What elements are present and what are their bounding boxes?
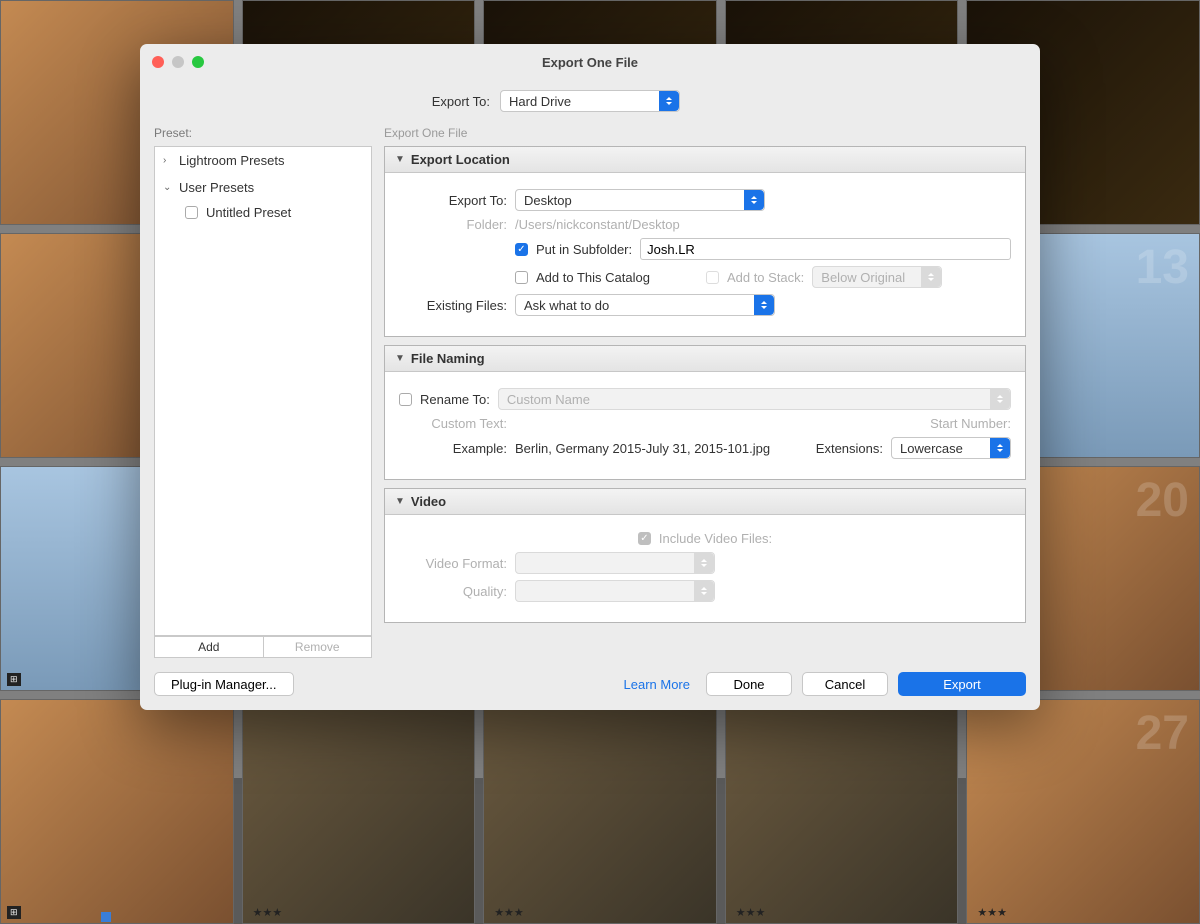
stack-checkbox	[706, 271, 719, 284]
export-dialog: Export One File Export To: Hard Drive Pr…	[140, 44, 1040, 710]
learn-more-link[interactable]: Learn More	[624, 677, 690, 692]
stack-select: Below Original	[812, 266, 942, 288]
rating-stars: ★★★	[494, 906, 524, 919]
chevron-updown-icon	[921, 267, 941, 287]
settings-scroll[interactable]: ▼ Export Location Export To: Desktop	[384, 146, 1026, 658]
cancel-button[interactable]: Cancel	[802, 672, 888, 696]
chevron-down-icon: ⌄	[163, 182, 173, 193]
chevron-right-icon: ›	[163, 155, 173, 166]
preset-group-label: Lightroom Presets	[179, 153, 285, 168]
badge-icon: ⊞	[7, 673, 21, 686]
chevron-updown-icon	[659, 91, 679, 111]
cell-number: 13	[1136, 240, 1189, 295]
plugin-manager-button[interactable]: Plug-in Manager...	[154, 672, 294, 696]
cell-number: 27	[1136, 706, 1189, 761]
chevron-updown-icon	[990, 438, 1010, 458]
existing-value: Ask what to do	[524, 298, 609, 313]
loc-export-to-value: Desktop	[524, 193, 572, 208]
panel-title: Video	[411, 494, 446, 509]
existing-label: Existing Files:	[399, 298, 507, 313]
panel-video: ▼ Video ✓ Include Video Files: Video For…	[384, 488, 1026, 623]
custom-text-label: Custom Text:	[399, 416, 507, 431]
rename-label: Rename To:	[420, 392, 490, 407]
extensions-label: Extensions:	[816, 441, 883, 456]
loc-export-to-label: Export To:	[399, 193, 507, 208]
panel-file-naming: ▼ File Naming Rename To: Custom Name	[384, 345, 1026, 480]
loc-export-to-select[interactable]: Desktop	[515, 189, 765, 211]
extensions-value: Lowercase	[900, 441, 963, 456]
video-format-label: Video Format:	[399, 556, 507, 571]
export-button[interactable]: Export	[898, 672, 1026, 696]
panel-header-location[interactable]: ▼ Export Location	[385, 147, 1025, 173]
panel-title: File Naming	[411, 351, 485, 366]
video-format-select	[515, 552, 715, 574]
subfolder-checkbox[interactable]: ✓	[515, 243, 528, 256]
chevron-updown-icon	[754, 295, 774, 315]
titlebar: Export One File	[140, 44, 1040, 80]
video-quality-label: Quality:	[399, 584, 507, 599]
stack-label: Add to Stack:	[727, 270, 804, 285]
add-button[interactable]: Add	[154, 636, 264, 658]
thumb[interactable]: ⊞	[0, 699, 234, 924]
start-num-label: Start Number:	[930, 416, 1011, 431]
video-quality-select	[515, 580, 715, 602]
preset-group-label: User Presets	[179, 180, 254, 195]
panel-title: Export Location	[411, 152, 510, 167]
subfolder-label: Put in Subfolder:	[536, 242, 632, 257]
flag-icon	[101, 912, 111, 922]
catalog-label: Add to This Catalog	[536, 270, 650, 285]
chevron-updown-icon	[694, 581, 714, 601]
export-to-select[interactable]: Hard Drive	[500, 90, 680, 112]
subtitle: Export One File	[384, 126, 1026, 140]
export-to-value: Hard Drive	[509, 94, 571, 109]
rename-select: Custom Name	[498, 388, 1011, 410]
rename-value: Custom Name	[507, 392, 590, 407]
disclosure-triangle-icon: ▼	[395, 496, 405, 507]
chevron-updown-icon	[694, 553, 714, 573]
preset-checkbox[interactable]	[185, 206, 198, 219]
preset-item-untitled[interactable]: Untitled Preset	[155, 201, 371, 224]
dialog-title: Export One File	[140, 55, 1040, 70]
panel-header-video[interactable]: ▼ Video	[385, 489, 1025, 515]
example-value: Berlin, Germany 2015-July 31, 2015-101.j…	[515, 441, 770, 456]
include-video-label: Include Video Files:	[659, 531, 772, 546]
extensions-select[interactable]: Lowercase	[891, 437, 1011, 459]
preset-group-user[interactable]: ⌄ User Presets	[155, 174, 371, 201]
chevron-updown-icon	[744, 190, 764, 210]
done-button[interactable]: Done	[706, 672, 792, 696]
preset-item-label: Untitled Preset	[206, 205, 291, 220]
example-label: Example:	[399, 441, 507, 456]
cell-number: 20	[1136, 473, 1189, 528]
catalog-checkbox[interactable]	[515, 271, 528, 284]
preset-heading: Preset:	[154, 126, 372, 140]
rating-stars: ★★★	[736, 906, 766, 919]
preset-list: › Lightroom Presets ⌄ User Presets Untit…	[154, 146, 372, 636]
disclosure-triangle-icon: ▼	[395, 353, 405, 364]
thumb[interactable]: ★★★	[483, 699, 717, 924]
folder-path: /Users/nickconstant/Desktop	[515, 217, 680, 232]
badge-icon: ⊞	[7, 906, 21, 919]
subfolder-input[interactable]	[640, 238, 1011, 260]
rating-stars: ★★★	[977, 906, 1007, 919]
panel-export-location: ▼ Export Location Export To: Desktop	[384, 146, 1026, 337]
folder-label: Folder:	[399, 217, 507, 232]
thumb[interactable]: 27 ★★★	[966, 699, 1200, 924]
existing-select[interactable]: Ask what to do	[515, 294, 775, 316]
panel-header-naming[interactable]: ▼ File Naming	[385, 346, 1025, 372]
rename-checkbox[interactable]	[399, 393, 412, 406]
include-video-checkbox: ✓	[638, 532, 651, 545]
thumb[interactable]: ★★★	[242, 699, 476, 924]
chevron-updown-icon	[990, 389, 1010, 409]
stack-value: Below Original	[821, 270, 905, 285]
export-to-label: Export To:	[260, 94, 490, 109]
thumb[interactable]: ★★★	[725, 699, 959, 924]
preset-group-lightroom[interactable]: › Lightroom Presets	[155, 147, 371, 174]
disclosure-triangle-icon: ▼	[395, 154, 405, 165]
remove-button[interactable]: Remove	[264, 636, 373, 658]
rating-stars: ★★★	[253, 906, 283, 919]
